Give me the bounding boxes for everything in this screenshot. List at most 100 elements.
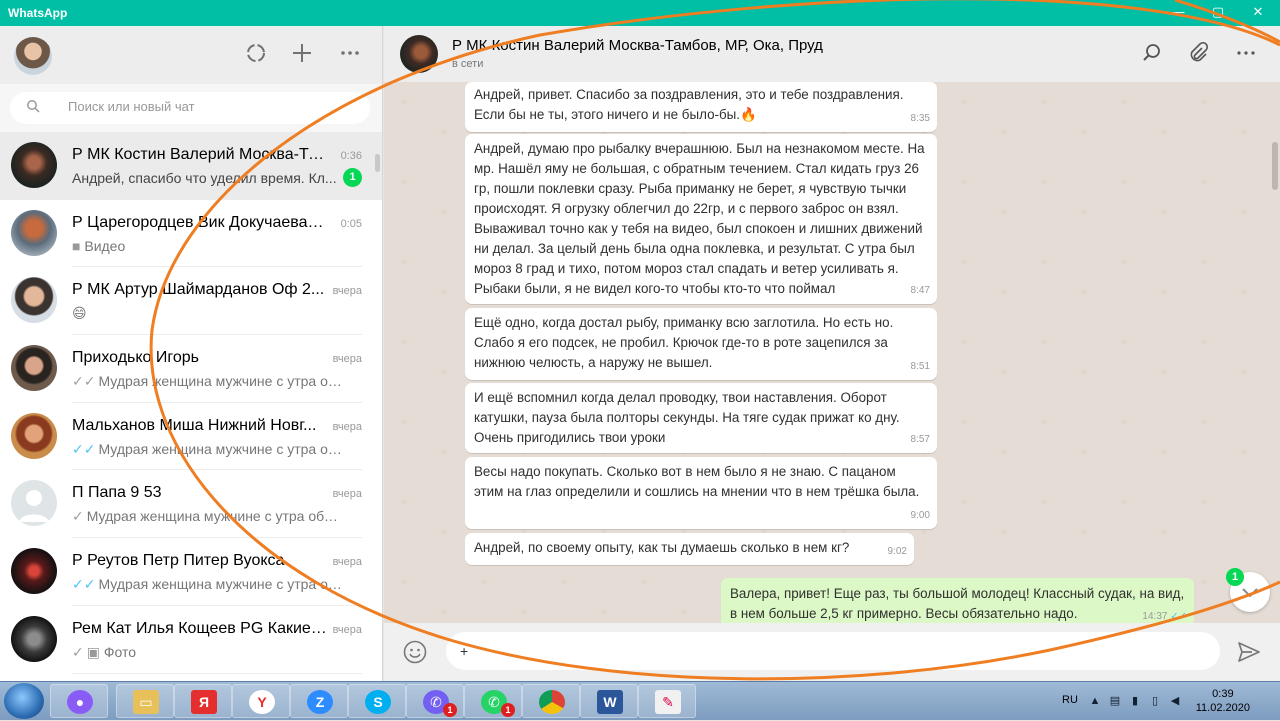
yandex-browser-icon: Y	[249, 690, 275, 714]
contact-avatar	[11, 345, 57, 392]
my-avatar[interactable]	[14, 37, 52, 75]
search-icon[interactable]	[1140, 42, 1164, 66]
chat-preview: ✓✓Мудрая женщина мужчине с утра обяза...	[72, 440, 342, 457]
chat-time: 0:36	[340, 150, 362, 162]
taskbar-skype[interactable]: S	[348, 684, 406, 718]
chat-name: Р МК Артур Шаймарданов Оф 2...	[72, 281, 325, 299]
send-icon[interactable]	[1236, 639, 1262, 665]
window-titlebar: WhatsApp — ▢ ✕	[0, 0, 1280, 26]
taskbar-paint[interactable]: ✎	[638, 684, 696, 718]
system-tray: RU ▲ ▤ ▮ ▯ ◀ 0:39 11.02.2020	[1050, 682, 1280, 721]
default-avatar-icon	[11, 480, 57, 527]
chat-item[interactable]: Р Царегородцев Вик Докучаева З... 0:05 ■…	[0, 200, 382, 268]
message-input-text: +	[460, 643, 469, 659]
chat-name: Приходько Игорь	[72, 349, 200, 367]
camera-icon: ▣	[86, 643, 104, 660]
close-button[interactable]: ✕	[1246, 3, 1270, 21]
chat-header[interactable]: Р МК Костин Валерий Москва-Тамбов, МР, О…	[384, 26, 1280, 82]
chat-preview: ✓ ▣ Фото	[72, 643, 137, 660]
taskbar-explorer[interactable]: ▭	[116, 684, 174, 718]
sent-tick-icon: ✓	[72, 508, 84, 525]
message-time: 9:02	[887, 546, 907, 557]
paint-icon: ✎	[655, 690, 681, 714]
chat-time: вчера	[332, 420, 362, 433]
message-input[interactable]: +	[446, 632, 1220, 670]
chat-time: 0:05	[340, 217, 362, 230]
taskbar-chrome[interactable]	[522, 684, 580, 718]
maximize-button[interactable]: ▢	[1206, 3, 1230, 21]
message-incoming[interactable]: Ещё одно, когда достал рыбу, приманку вс…	[465, 308, 937, 380]
message-text: Андрей, привет. Спасибо за поздравления,…	[474, 87, 904, 122]
taskbar-yandex[interactable]: Я	[174, 684, 232, 718]
new-chat-icon[interactable]	[289, 42, 315, 68]
chat-preview: ✓✓Мудрая женщина мужчине с утра обяза...	[72, 373, 342, 390]
tray-arrow-icon[interactable]: ▲	[1088, 694, 1102, 708]
chat-item[interactable]: Мальханов Миша Нижний Новг... вчера ✓✓ Му…	[0, 403, 382, 471]
windows-taskbar: ● ▭ Я Y Z S ✆ 1 ✆ 1 W ✎ RU ▲ ▤ ▮ ▯ ◀ 0:39 …	[0, 681, 1280, 720]
chat-list: Р МК Костин Валерий Москва-Та... 0:36 Ан…	[0, 132, 382, 674]
unread-badge: 1	[1226, 568, 1244, 586]
taskbar-alice[interactable]: ●	[50, 684, 108, 718]
chat-title: Р МК Костин Валерий Москва-Тамбов, МР, О…	[452, 37, 823, 54]
taskbar-zoom[interactable]: Z	[290, 684, 348, 718]
contact-avatar	[11, 615, 57, 662]
taskbar-yandex-browser[interactable]: Y	[232, 684, 290, 718]
taskbar-whatsapp[interactable]: ✆ 1	[464, 684, 522, 718]
message-incoming[interactable]: Андрей, думаю про рыбалку вчерашнюю. Был…	[465, 134, 937, 304]
message-incoming[interactable]: Весы надо покупать. Сколько вот в нем бы…	[465, 457, 937, 529]
network-icon[interactable]: ▮	[1128, 694, 1142, 708]
chat-item[interactable]: Р МК Артур Шаймарданов Оф 2... вчера 😄	[0, 267, 382, 336]
message-area[interactable]: Андрей, привет. Спасибо за поздравления,…	[384, 82, 1280, 623]
menu-icon[interactable]	[1234, 42, 1258, 66]
printer-icon[interactable]: ▤	[1108, 694, 1122, 708]
taskbar-word[interactable]: W	[580, 684, 638, 718]
start-button[interactable]	[4, 683, 44, 719]
taskbar-viber[interactable]: ✆ 1	[406, 684, 464, 718]
search-input[interactable]	[68, 99, 348, 114]
message-incoming[interactable]: Андрей, по своему опыту, как ты думаешь …	[465, 533, 914, 565]
attach-icon[interactable]	[1186, 41, 1210, 66]
chat-preview: 😄	[72, 305, 87, 322]
conversation-panel: Р МК Костин Валерий Москва-Тамбов, МР, О…	[384, 26, 1280, 681]
message-time: 14:37 ✓✓	[1142, 611, 1187, 622]
search-icon	[27, 100, 40, 113]
read-ticks-icon: ✓✓	[72, 576, 96, 593]
language-indicator[interactable]: RU	[1062, 694, 1078, 706]
viber-badge: 1	[443, 703, 457, 717]
chat-item[interactable]: Рем Кат Илья Кощеев PG Какие ... вчера ✓…	[0, 606, 382, 674]
online-status: в сети	[452, 58, 484, 70]
yandex-icon: Я	[191, 690, 217, 714]
chat-name: П Папа 9 53	[72, 484, 162, 502]
clock[interactable]: 0:39 11.02.2020	[1196, 687, 1250, 715]
chat-name: Р МК Костин Валерий Москва-Та...	[72, 146, 327, 163]
chat-preview: ✓ Мудрая женщина мужчине с утра обязат...	[72, 508, 342, 525]
chat-item[interactable]: Р Реутов Петр Питер Вуокса вчера ✓✓ Мудра…	[0, 538, 382, 606]
chat-item[interactable]: Р МК Костин Валерий Москва-Та... 0:36 Ан…	[0, 132, 382, 200]
message-text: Ещё одно, когда достал рыбу, приманку вс…	[474, 315, 894, 370]
menu-icon[interactable]	[337, 42, 363, 68]
contact-avatar[interactable]	[400, 35, 438, 73]
app-title: WhatsApp	[8, 6, 68, 20]
message-incoming[interactable]: И ещё вспомнил когда делал проводку, тво…	[465, 383, 937, 453]
chat-preview: ✓✓Мудрая женщина мужчине с утра обяза...	[72, 576, 342, 593]
messages-scrollbar[interactable]	[1272, 142, 1278, 190]
search-box[interactable]	[10, 92, 370, 124]
message-time: 9:00	[910, 510, 930, 521]
chat-item[interactable]: Приходько Игорь вчера ✓✓ Мудрая женщина м…	[0, 335, 382, 403]
sidebar: Р МК Костин Валерий Москва-Та... 0:36 Ан…	[0, 26, 383, 681]
chat-item[interactable]: П Папа 9 53 вчера ✓ Мудрая женщина мужчин…	[0, 470, 382, 539]
contact-avatar	[11, 209, 57, 256]
sidebar-scrollbar[interactable]	[375, 154, 380, 172]
volume-icon[interactable]: ◀	[1168, 694, 1182, 708]
message-outgoing[interactable]: Валера, привет! Еще раз, ты большой моло…	[721, 578, 1194, 623]
emoji-icon[interactable]	[402, 639, 428, 665]
message-text: Андрей, по своему опыту, как ты думаешь …	[474, 540, 850, 555]
alice-icon: ●	[67, 690, 93, 714]
status-icon[interactable]	[243, 42, 269, 68]
battery-icon[interactable]: ▯	[1148, 694, 1162, 708]
minimize-button[interactable]: —	[1166, 3, 1190, 21]
message-incoming[interactable]: Андрей, привет. Спасибо за поздравления,…	[465, 82, 937, 132]
chat-name: Мальханов Миша Нижний Новг...	[72, 416, 317, 434]
message-time: 8:35	[910, 113, 930, 124]
read-ticks-icon: ✓✓	[1170, 611, 1187, 622]
